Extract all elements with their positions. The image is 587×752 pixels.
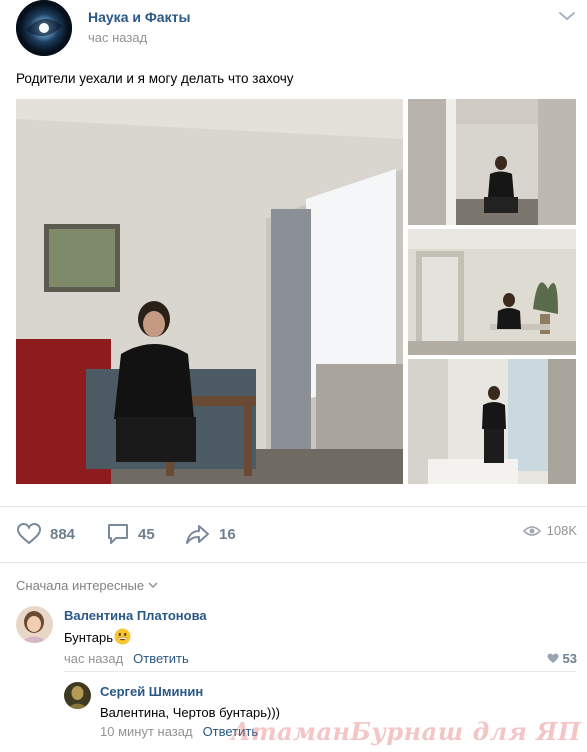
comment-icon	[108, 524, 128, 544]
like-button[interactable]: 884	[16, 521, 75, 547]
post-time[interactable]: час назад	[88, 30, 147, 45]
post-divider	[0, 506, 587, 507]
comment-count: 45	[138, 525, 155, 543]
comment-like-count: 53	[562, 651, 577, 666]
share-icon	[186, 525, 209, 544]
post-photo-2[interactable]	[408, 99, 576, 225]
comment-text: Бунтарь	[64, 628, 131, 645]
comment-author[interactable]: Валентина Платонова	[64, 608, 207, 623]
like-count: 884	[50, 525, 76, 543]
eye-icon	[522, 525, 541, 536]
comment-button[interactable]: 45	[106, 521, 155, 547]
post-photo-3[interactable]	[408, 229, 576, 355]
post-photo-main[interactable]	[16, 99, 403, 484]
actions-divider	[0, 562, 587, 563]
chevron-down-icon[interactable]	[558, 10, 576, 22]
comment-text-value: Бунтарь	[64, 630, 113, 645]
post-photo-4[interactable]	[408, 359, 576, 484]
comments-sort-dropdown[interactable]: Сначала интересные	[16, 578, 158, 593]
watermark: АтаманБурнаш для ЯП	[231, 717, 581, 746]
reply-button[interactable]: Ответить	[133, 651, 189, 666]
chevron-down-icon	[148, 582, 158, 589]
grinning-emoji-icon	[114, 628, 131, 645]
comment-time[interactable]: 10 минут назад	[100, 724, 193, 739]
comment-time[interactable]: час назад	[64, 651, 123, 666]
share-button[interactable]: 16	[185, 521, 236, 547]
avatar[interactable]	[16, 606, 53, 643]
heart-icon	[547, 653, 559, 663]
post-text: Родители уехали и я могу делать что захо…	[16, 71, 294, 86]
galaxy-icon	[16, 0, 72, 56]
views-counter: 108K	[522, 523, 577, 538]
sort-label: Сначала интересные	[16, 578, 145, 593]
group-avatar[interactable]	[16, 0, 72, 56]
post-header: Наука и Факты час назад	[16, 0, 576, 60]
comment-like-button[interactable]: 53	[547, 651, 577, 666]
share-count: 16	[219, 525, 236, 543]
comment-meta: час назад Ответить	[64, 651, 189, 666]
comment-author[interactable]: Сергей Шминин	[100, 684, 203, 699]
views-count: 108K	[546, 523, 577, 538]
group-name[interactable]: Наука и Факты	[88, 9, 190, 25]
avatar[interactable]	[64, 682, 91, 709]
heart-icon	[16, 522, 42, 545]
comment-divider	[64, 671, 576, 672]
